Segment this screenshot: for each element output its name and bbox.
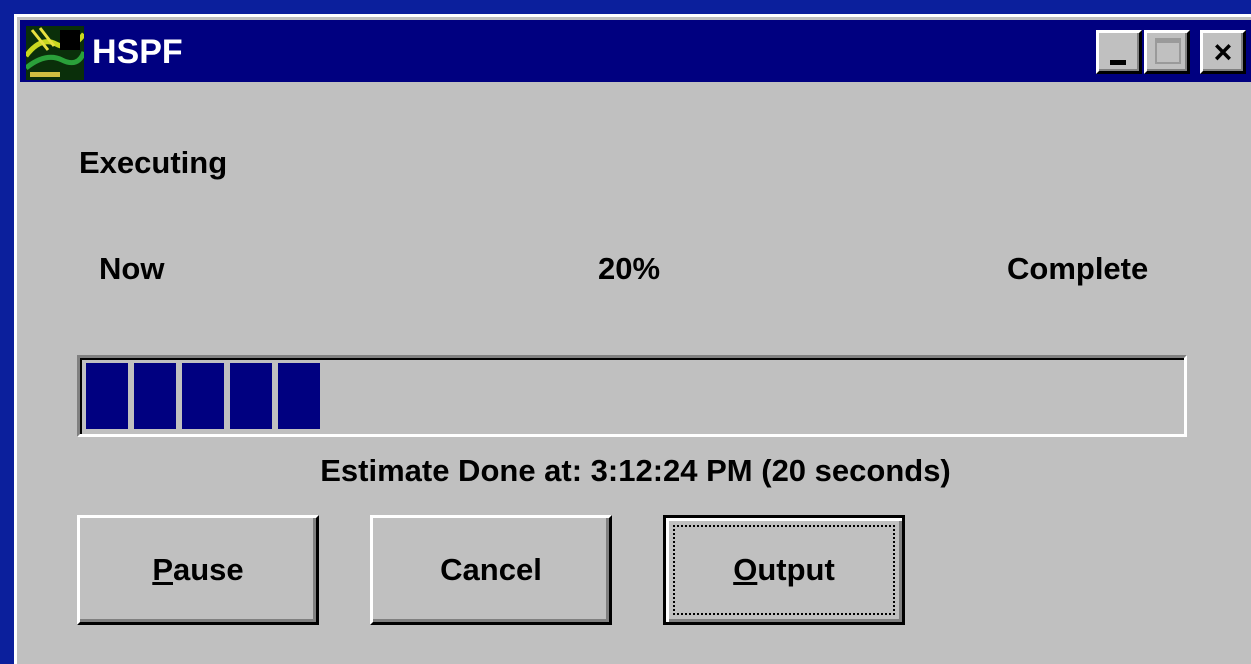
hspf-progress-window: HSPF × Executing Now 20% Complete Estima… — [14, 14, 1251, 664]
pause-mnemonic: P — [152, 552, 173, 587]
window-title: HSPF — [92, 33, 183, 71]
output-button[interactable]: Output — [663, 515, 905, 625]
minimize-button[interactable] — [1096, 30, 1142, 74]
status-heading: Executing — [79, 145, 228, 180]
title-bar[interactable]: HSPF × — [20, 20, 1251, 82]
output-label-rest: utput — [757, 552, 835, 587]
cancel-button[interactable]: Cancel — [370, 515, 612, 625]
maximize-icon — [1155, 38, 1181, 64]
maximize-button — [1144, 30, 1190, 74]
close-button[interactable]: × — [1200, 30, 1246, 74]
progress-percent-label: 20% — [597, 251, 661, 286]
estimate-text: Estimate Done at: 3:12:24 PM (20 seconds… — [320, 453, 951, 488]
progress-start-label: Now — [99, 251, 165, 286]
output-mnemonic: O — [733, 552, 758, 587]
output-button-label: Output — [666, 518, 902, 622]
progress-block — [134, 363, 176, 429]
pause-button[interactable]: Pause — [77, 515, 319, 625]
hspf-app-icon — [26, 26, 84, 80]
progress-block — [230, 363, 272, 429]
progress-block — [182, 363, 224, 429]
minimize-icon — [1110, 60, 1126, 65]
progress-end-label: Complete — [1007, 251, 1149, 286]
progress-bar — [77, 355, 1187, 437]
progress-block — [278, 363, 320, 429]
pause-label-rest: ause — [173, 552, 244, 587]
progress-fill — [86, 363, 320, 429]
progress-block — [86, 363, 128, 429]
pause-button-label: Pause — [80, 518, 316, 622]
cancel-button-label: Cancel — [440, 552, 542, 587]
close-icon: × — [1213, 34, 1233, 70]
